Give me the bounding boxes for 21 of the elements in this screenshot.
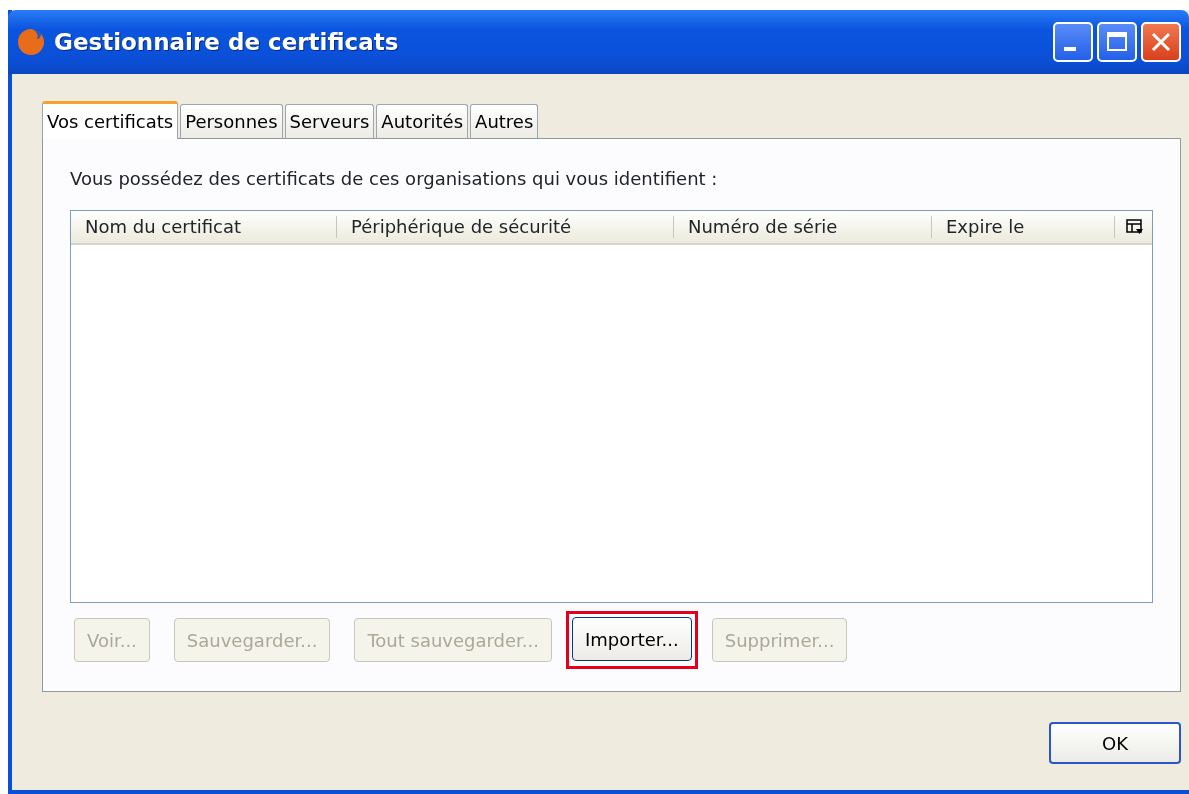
maximize-button[interactable] — [1097, 22, 1137, 62]
ok-button[interactable]: OK — [1049, 722, 1181, 764]
maximize-icon — [1105, 30, 1129, 54]
tab[interactable]: Personnes — [180, 104, 283, 138]
tab[interactable]: Autres — [470, 104, 539, 138]
column-header[interactable]: Nom du certificat — [71, 216, 337, 238]
close-icon — [1149, 30, 1173, 54]
column-header[interactable]: Expire le — [932, 216, 1115, 238]
minimize-icon — [1064, 47, 1076, 51]
column-picker-icon[interactable] — [1126, 218, 1144, 236]
window-title: Gestionnaire de certificats — [54, 27, 400, 57]
tab[interactable]: Autorités — [376, 104, 469, 138]
column-header[interactable]: Numéro de série — [674, 216, 932, 238]
description-text: Vous possédez des certificats de ces organisations qui vous identifient : — [70, 167, 719, 191]
action-button[interactable]: Importer... — [572, 617, 692, 661]
tab[interactable]: Serveurs — [284, 104, 375, 138]
minimize-button[interactable] — [1053, 22, 1093, 62]
tab[interactable]: Vos certificats — [42, 101, 179, 139]
app-logo-icon — [16, 27, 46, 57]
column-header[interactable]: Périphérique de sécurité — [337, 216, 674, 238]
close-button[interactable] — [1141, 22, 1181, 62]
